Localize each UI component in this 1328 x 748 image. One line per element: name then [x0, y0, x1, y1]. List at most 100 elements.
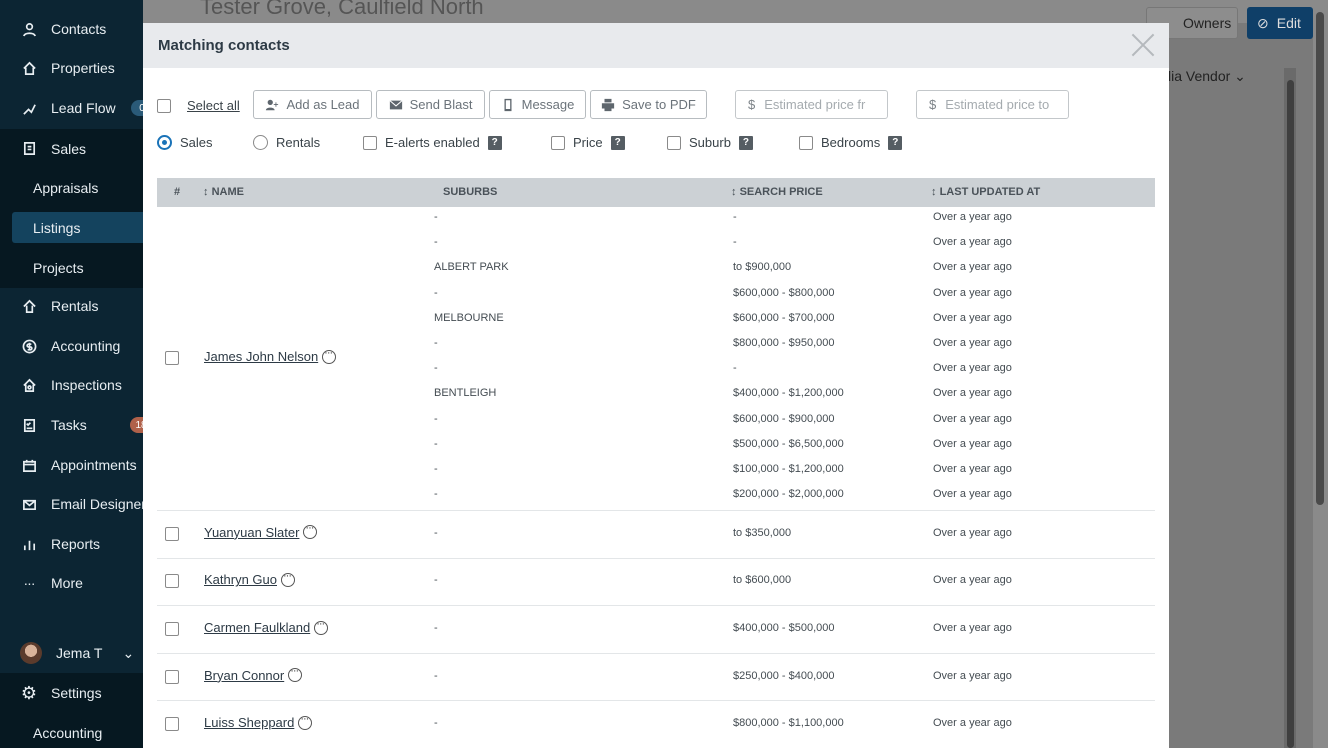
rentals-radio-button[interactable]: [253, 135, 268, 150]
sidebar-item-appointments[interactable]: Appointments: [0, 446, 143, 484]
column-name[interactable]: ↕ NAME: [203, 186, 244, 198]
calendar-icon: [20, 456, 38, 474]
vendor-select[interactable]: lia Vendor ⌄: [1168, 68, 1258, 88]
user-menu[interactable]: Jema T ⌄: [0, 634, 143, 672]
contact-name-link[interactable]: James John Nelson: [204, 347, 337, 364]
row-checkbox[interactable]: [165, 574, 179, 589]
sidebar-item-label: Properties: [51, 60, 115, 76]
sidebar-item-settings[interactable]: ⚙ Settings: [0, 673, 143, 713]
sidebar-item-settings-accounting[interactable]: Accounting: [0, 713, 143, 748]
save-to-pdf-button[interactable]: Save to PDF: [590, 90, 707, 119]
more-options-icon[interactable]: [322, 347, 337, 364]
sidebar-item-email-designer[interactable]: Email Designer: [0, 485, 143, 523]
suburb-cell: -: [434, 463, 438, 475]
search-price-cell: -: [733, 211, 737, 223]
price-label: Price: [573, 135, 603, 150]
last-updated-cell: Over a year ago: [933, 337, 1012, 349]
price-from-input[interactable]: $ Estimated price fr: [735, 90, 888, 119]
row-checkbox[interactable]: [165, 526, 179, 541]
more-options-icon[interactable]: [288, 665, 303, 683]
tasks-badge: 18: [130, 417, 143, 433]
contact-name[interactable]: James John Nelson: [204, 349, 318, 364]
contact-name-link[interactable]: Kathryn Guo: [204, 570, 295, 587]
select-all-label[interactable]: Select all: [187, 98, 240, 113]
lead-flow-icon: [20, 99, 38, 117]
suburb-cell: -: [434, 574, 438, 587]
sidebar-item-contacts[interactable]: Contacts: [0, 10, 143, 48]
edit-button[interactable]: ⊘ Edit: [1247, 7, 1313, 39]
row-checkbox[interactable]: [165, 351, 179, 365]
row-checkbox[interactable]: [165, 622, 179, 636]
suburb-filter[interactable]: Suburb ?: [667, 135, 753, 150]
send-blast-label: Send Blast: [409, 97, 473, 112]
inner-scrollbar-thumb[interactable]: [1287, 80, 1294, 748]
sales-icon: [20, 140, 38, 158]
help-icon[interactable]: ?: [487, 135, 502, 150]
ealerts-checkbox[interactable]: [363, 135, 377, 150]
sidebar-item-listings[interactable]: Listings: [12, 212, 143, 243]
sidebar-item-properties[interactable]: Properties: [0, 49, 143, 87]
sidebar-item-tasks[interactable]: Tasks: [0, 406, 143, 444]
last-updated-cell: Over a year ago: [933, 463, 1012, 475]
sidebar-item-projects[interactable]: Projects: [0, 248, 143, 288]
suburb-checkbox[interactable]: [667, 135, 681, 150]
last-updated-cell: Over a year ago: [933, 236, 1012, 249]
row-divider: [157, 510, 1155, 511]
help-icon[interactable]: ?: [738, 135, 753, 150]
sidebar-item-inspections[interactable]: Inspections: [0, 366, 143, 404]
sales-radio-button[interactable]: [157, 135, 172, 150]
suburb-cell: MELBOURNE: [434, 311, 504, 324]
send-blast-button[interactable]: Send Blast: [376, 90, 485, 119]
search-price-cell: $400,000 - $500,000: [733, 622, 835, 634]
more-options-icon[interactable]: [298, 713, 313, 730]
suburb-cell: -: [434, 362, 438, 375]
bedrooms-filter[interactable]: Bedrooms ?: [799, 135, 903, 150]
contact-name[interactable]: Luiss Sheppard: [204, 715, 294, 730]
help-icon[interactable]: ?: [888, 135, 903, 150]
sidebar-item-accounting[interactable]: Accounting: [0, 327, 143, 365]
sidebar-item-appraisals[interactable]: Appraisals: [0, 168, 143, 208]
sidebar-item-lead-flow[interactable]: Lead Flow: [0, 89, 143, 127]
sidebar-item-sales[interactable]: Sales: [0, 129, 143, 168]
contact-name-link[interactable]: Luiss Sheppard: [204, 713, 313, 730]
contact-name[interactable]: Bryan Connor: [204, 668, 284, 683]
contact-name-link[interactable]: Yuanyuan Slater: [204, 522, 318, 540]
select-all-checkbox[interactable]: [157, 98, 171, 113]
price-to-input[interactable]: $ Estimated price to: [916, 90, 1069, 119]
add-as-lead-button[interactable]: Add as Lead: [253, 90, 372, 119]
price-filter[interactable]: Price ?: [551, 135, 625, 150]
message-button[interactable]: Message: [489, 90, 586, 119]
column-last-updated[interactable]: ↕ LAST UPDATED AT: [931, 186, 1040, 198]
contact-name-link[interactable]: Carmen Faulkland: [204, 618, 329, 635]
page-scrollbar-thumb[interactable]: [1316, 12, 1324, 505]
more-options-icon[interactable]: [281, 570, 295, 587]
column-search-price[interactable]: ↕ SEARCH PRICE: [731, 186, 823, 198]
suburb-cell: -: [434, 526, 438, 539]
sidebar-item-more[interactable]: ··· More: [0, 564, 143, 602]
contact-name[interactable]: Carmen Faulkland: [204, 620, 310, 635]
bedrooms-checkbox[interactable]: [799, 135, 813, 150]
sidebar-item-rentals[interactable]: Rentals: [0, 287, 143, 325]
select-all[interactable]: Select all: [157, 98, 240, 113]
help-icon[interactable]: ?: [610, 135, 625, 150]
row-checkbox[interactable]: [165, 669, 179, 684]
reports-icon: [20, 535, 38, 553]
contact-name[interactable]: Yuanyuan Slater: [204, 525, 299, 540]
suburb-cell: BENTLEIGH: [434, 387, 497, 400]
suburb-cell: -: [434, 286, 438, 299]
contact-name[interactable]: Kathryn Guo: [204, 572, 277, 587]
price-checkbox[interactable]: [551, 135, 565, 150]
close-icon[interactable]: [1131, 33, 1155, 57]
sales-radio[interactable]: Sales: [157, 135, 213, 150]
row-checkbox[interactable]: [165, 717, 179, 732]
more-options-icon[interactable]: [314, 618, 329, 635]
edit-label: Edit: [1276, 15, 1301, 31]
rentals-radio[interactable]: Rentals: [253, 135, 320, 150]
sidebar-item-label: Appointments: [51, 457, 137, 473]
sales-label: Sales: [180, 135, 213, 150]
search-price-cell: $500,000 - $6,500,000: [733, 437, 844, 450]
ealerts-filter[interactable]: E-alerts enabled ?: [363, 135, 502, 150]
contact-name-link[interactable]: Bryan Connor: [204, 665, 303, 683]
more-options-icon[interactable]: [303, 522, 318, 540]
sidebar-item-reports[interactable]: Reports: [0, 525, 143, 563]
